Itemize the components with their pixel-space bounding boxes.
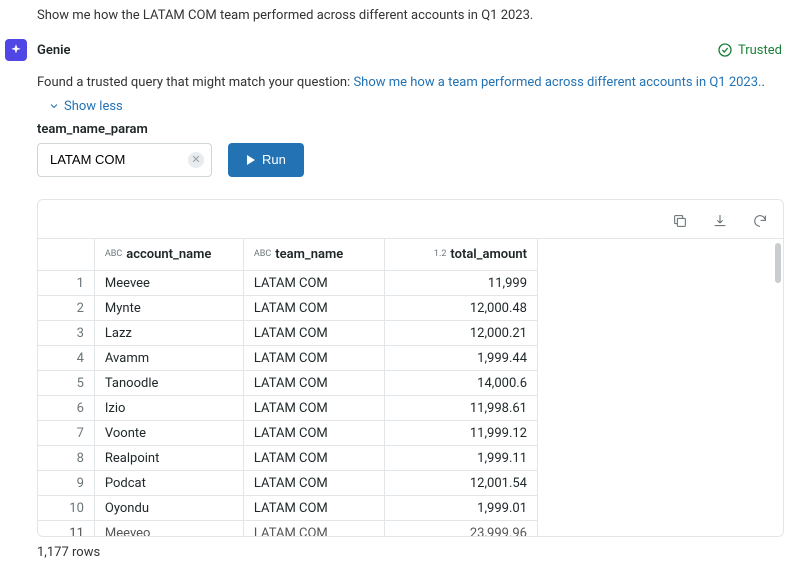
cell-index: 9 [38, 471, 94, 496]
col-team-header[interactable]: ABC team_name [243, 239, 384, 271]
result-table-wrap: ABC account_name ABC team_name 1.2total_am… [38, 238, 783, 536]
table-row[interactable]: 10OyonduLATAM COM1,999.01 [38, 496, 538, 521]
cell-account: Voonte [94, 421, 243, 446]
run-button[interactable]: Run [228, 143, 304, 177]
cell-index: 5 [38, 371, 94, 396]
table-row[interactable]: 8RealpointLATAM COM1,999.11 [38, 446, 538, 471]
table-row[interactable]: 5TanoodleLATAM COM14,000.6 [38, 371, 538, 396]
cell-amount: 14,000.6 [384, 371, 537, 396]
scrollbar-thumb[interactable] [775, 243, 781, 283]
found-suffix: . [761, 75, 764, 90]
param-input-wrap: ✕ [37, 143, 212, 177]
cell-index: 8 [38, 446, 94, 471]
cell-amount: 12,001.54 [384, 471, 537, 496]
col-account-label: account_name [126, 247, 211, 262]
row-count: 1,177 rows [37, 545, 794, 560]
col-type-abc: ABC [254, 249, 271, 259]
cell-amount: 12,000.48 [384, 296, 537, 321]
col-index-header[interactable] [38, 239, 94, 271]
table-row[interactable]: 1MeeveeLATAM COM11,999 [38, 271, 538, 296]
cell-team: LATAM COM [243, 371, 384, 396]
table-row[interactable]: 7VoonteLATAM COM11,999.12 [38, 421, 538, 446]
cell-account: Meeveo [94, 521, 243, 536]
cell-account: Izio [94, 396, 243, 421]
table-row[interactable]: 2MynteLATAM COM12,000.48 [38, 296, 538, 321]
cell-account: Oyondu [94, 496, 243, 521]
cell-index: 7 [38, 421, 94, 446]
col-type-abc: ABC [105, 249, 122, 259]
cell-index: 10 [38, 496, 94, 521]
found-query-text: Found a trusted query that might match y… [37, 73, 782, 93]
genie-icon [5, 39, 27, 61]
cell-account: Realpoint [94, 446, 243, 471]
col-amount-label: total_amount [450, 247, 527, 262]
col-account-header[interactable]: ABC account_name [94, 239, 243, 271]
cell-team: LATAM COM [243, 296, 384, 321]
assistant-name: Genie [37, 43, 71, 58]
cell-team: LATAM COM [243, 321, 384, 346]
download-icon[interactable] [711, 212, 729, 230]
refresh-icon[interactable] [751, 212, 769, 230]
cell-index: 4 [38, 346, 94, 371]
cell-index: 6 [38, 396, 94, 421]
cell-account: Tanoodle [94, 371, 243, 396]
cell-index: 2 [38, 296, 94, 321]
cell-amount: 1,999.44 [384, 346, 537, 371]
cell-amount: 23,999.96 [384, 521, 537, 536]
cell-team: LATAM COM [243, 421, 384, 446]
table-row[interactable]: 4AvammLATAM COM1,999.44 [38, 346, 538, 371]
found-prefix: Found a trusted query that might match y… [37, 75, 353, 90]
clear-input-icon[interactable]: ✕ [188, 152, 204, 168]
cell-amount: 11,999.12 [384, 421, 537, 446]
user-question: Show me how the LATAM COM team performed… [37, 8, 794, 23]
cell-index: 11 [38, 521, 94, 536]
cell-amount: 11,998.61 [384, 396, 537, 421]
cell-amount: 12,000.21 [384, 321, 537, 346]
cell-team: LATAM COM [243, 346, 384, 371]
cell-account: Podcat [94, 471, 243, 496]
trusted-badge: Trusted [717, 42, 782, 58]
copy-icon[interactable] [671, 212, 689, 230]
result-toolbar [38, 200, 783, 238]
cell-amount: 1,999.11 [384, 446, 537, 471]
cell-team: LATAM COM [243, 396, 384, 421]
result-card: ABC account_name ABC team_name 1.2total_am… [37, 199, 784, 537]
show-less-toggle[interactable]: Show less [48, 99, 794, 114]
col-amount-header[interactable]: 1.2total_amount [384, 239, 537, 271]
cell-amount: 1,999.01 [384, 496, 537, 521]
col-type-num: 1.2 [434, 249, 447, 259]
cell-team: LATAM COM [243, 446, 384, 471]
table-row[interactable]: 9PodcatLATAM COM12,001.54 [38, 471, 538, 496]
cell-account: Mynte [94, 296, 243, 321]
table-row[interactable]: 3LazzLATAM COM12,000.21 [38, 321, 538, 346]
assistant-header: Genie Trusted [5, 39, 794, 61]
cell-index: 3 [38, 321, 94, 346]
trusted-label: Trusted [738, 43, 782, 58]
cell-team: LATAM COM [243, 271, 384, 296]
cell-index: 1 [38, 271, 94, 296]
play-icon [246, 155, 256, 165]
cell-account: Avamm [94, 346, 243, 371]
param-label: team_name_param [37, 122, 794, 137]
cell-account: Meevee [94, 271, 243, 296]
matched-query-link[interactable]: Show me how a team performed across diff… [353, 75, 761, 90]
cell-amount: 11,999 [384, 271, 537, 296]
table-row[interactable]: 11MeeveoLATAM COM23,999.96 [38, 521, 538, 536]
show-less-label: Show less [64, 99, 123, 114]
cell-account: Lazz [94, 321, 243, 346]
run-label: Run [262, 152, 286, 167]
cell-team: LATAM COM [243, 471, 384, 496]
team-name-input[interactable] [37, 143, 212, 177]
table-row[interactable]: 6IzioLATAM COM11,998.61 [38, 396, 538, 421]
cell-team: LATAM COM [243, 496, 384, 521]
result-table: ABC account_name ABC team_name 1.2total_am… [38, 239, 538, 536]
cell-team: LATAM COM [243, 521, 384, 536]
col-team-label: team_name [275, 247, 343, 262]
chevron-down-icon [48, 100, 60, 112]
